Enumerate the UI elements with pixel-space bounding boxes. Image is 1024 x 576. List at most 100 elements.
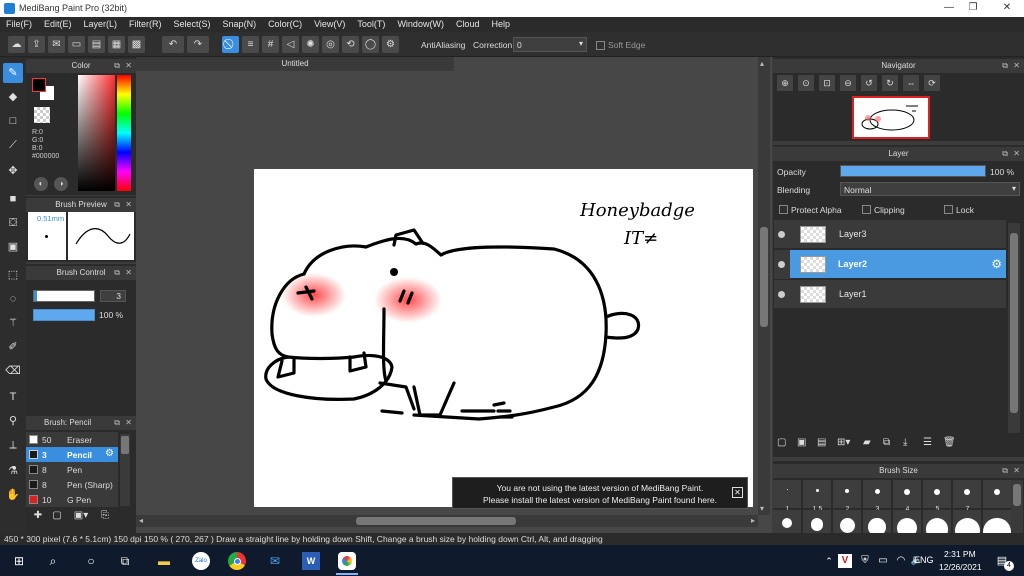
close-icon[interactable]: ✕ bbox=[125, 416, 132, 430]
redo-icon[interactable]: ↷ bbox=[187, 36, 209, 53]
detach-icon[interactable]: ⧉ bbox=[114, 59, 120, 73]
search-icon[interactable]: ⌕ bbox=[44, 552, 62, 570]
close-icon[interactable]: ✕ bbox=[125, 266, 132, 280]
ellipse-snap-icon[interactable]: ◯ bbox=[362, 36, 379, 53]
zalo-icon[interactable]: Zalo bbox=[192, 552, 210, 570]
cloud-icon[interactable]: ☁ bbox=[8, 36, 25, 53]
eraser-tool-icon[interactable]: ◆ bbox=[3, 87, 23, 107]
detach-icon[interactable]: ⧉ bbox=[1002, 464, 1008, 478]
color-gradient-picker[interactable] bbox=[78, 75, 115, 191]
brush-size-value[interactable]: 3 bbox=[100, 290, 126, 302]
circle-snap-icon[interactable]: ◎ bbox=[322, 36, 339, 53]
reset-view-icon[interactable]: ⟳ bbox=[924, 75, 940, 91]
divide-tool-icon[interactable]: ⟂ bbox=[3, 435, 23, 455]
brush-size-cell[interactable]: 5 bbox=[923, 480, 952, 513]
rotate-left-icon[interactable]: ↺ bbox=[861, 75, 877, 91]
menu-help[interactable]: Help bbox=[485, 17, 516, 32]
detach-icon[interactable]: ⧉ bbox=[114, 416, 120, 430]
medibang-taskbar-icon[interactable] bbox=[338, 552, 356, 570]
new-8bit-layer-icon[interactable]: ▤ bbox=[817, 437, 831, 453]
fill-rect-tool-icon[interactable]: ■ bbox=[3, 189, 23, 209]
word-icon[interactable]: W bbox=[302, 552, 320, 570]
menu-filter[interactable]: Filter(R) bbox=[123, 17, 168, 32]
menu-window[interactable]: Window(W) bbox=[391, 17, 450, 32]
new-halftone-layer-icon[interactable]: ▣ bbox=[797, 437, 811, 453]
brush-opacity-slider[interactable] bbox=[33, 309, 95, 321]
brush-size-cell[interactable]: 4 bbox=[893, 480, 922, 513]
merge-layer-icon[interactable]: ⤓ bbox=[903, 437, 917, 453]
primary-color-swatch[interactable] bbox=[32, 78, 46, 92]
close-icon[interactable]: ✕ bbox=[1013, 147, 1020, 161]
list-item[interactable]: 8 Pen bbox=[26, 462, 118, 477]
windows-start-icon[interactable]: ⊞ bbox=[10, 552, 28, 570]
transparent-swatch[interactable] bbox=[34, 107, 50, 123]
clock-date[interactable]: 12/26/2021 bbox=[939, 562, 982, 572]
brush-size-cell[interactable]: 3 bbox=[863, 480, 892, 513]
rotate-right-icon[interactable]: ↻ bbox=[882, 75, 898, 91]
hue-slider[interactable] bbox=[117, 75, 131, 191]
brush-size-cell[interactable]: 7 bbox=[953, 480, 982, 513]
list-item[interactable]: 10 G Pen bbox=[26, 492, 118, 507]
snap-settings-icon[interactable]: ⚙ bbox=[382, 36, 399, 53]
close-notice-icon[interactable]: ✕ bbox=[732, 487, 743, 498]
brush-size-cell[interactable]: 2 bbox=[833, 480, 862, 513]
flip-icon[interactable]: ⇔ bbox=[903, 75, 919, 91]
gradient-tool-icon[interactable]: ▣ bbox=[3, 237, 23, 257]
new-layer-icon[interactable]: ▢ bbox=[777, 437, 791, 453]
chevron-up-icon[interactable]: ⌃ bbox=[820, 552, 838, 570]
select-eraser-icon[interactable]: ⌫ bbox=[3, 361, 23, 381]
layer2-visibility-cell[interactable] bbox=[774, 250, 790, 279]
brush-size-scrollbar[interactable] bbox=[1011, 480, 1023, 533]
layer-row-layer3[interactable]: Layer3 bbox=[774, 220, 1006, 249]
tab-untitled[interactable]: Untitled bbox=[136, 57, 454, 71]
page-icon[interactable]: ▭ bbox=[68, 36, 85, 53]
grid-snap-icon[interactable]: # bbox=[262, 36, 279, 53]
brush-tool-icon[interactable]: ✎ bbox=[3, 63, 23, 83]
drawing-canvas[interactable]: Honeybadge IT≠ bbox=[254, 169, 753, 507]
parallel-snap-icon[interactable]: ≡ bbox=[242, 36, 259, 53]
radial-snap-icon[interactable]: ✺ bbox=[302, 36, 319, 53]
rectangle-tool-icon[interactable]: □ bbox=[3, 111, 23, 131]
close-icon[interactable]: ✕ bbox=[1013, 464, 1020, 478]
snap-off-icon[interactable]: ⃠ bbox=[222, 36, 239, 53]
brush-size-slider[interactable] bbox=[33, 290, 95, 302]
folder-icon[interactable]: ▰ bbox=[863, 437, 877, 453]
protect-alpha-checkbox[interactable] bbox=[779, 205, 788, 214]
select-rect-icon[interactable]: ⬚ bbox=[3, 265, 23, 285]
delete-layer-icon[interactable]: 🗑 bbox=[943, 437, 957, 453]
gear-icon[interactable]: ⚙ bbox=[991, 257, 1002, 271]
menu-layer[interactable]: Layer(L) bbox=[78, 17, 124, 32]
menu-edit[interactable]: Edit(E) bbox=[38, 17, 78, 32]
blending-select[interactable]: Normal ▾ bbox=[840, 182, 1020, 196]
brush-size-cell[interactable]: 1 bbox=[773, 480, 802, 513]
eyedropper-icon[interactable]: ⚗ bbox=[3, 461, 23, 481]
brush-menu-icon[interactable]: ▣▾ bbox=[70, 510, 92, 524]
v-app-icon[interactable]: V bbox=[838, 554, 852, 568]
menu-color[interactable]: Color(C) bbox=[262, 17, 308, 32]
document-icon[interactable]: ▤ bbox=[88, 36, 105, 53]
visibility-icon[interactable] bbox=[778, 291, 785, 298]
lock-checkbox[interactable] bbox=[944, 205, 953, 214]
file-explorer-icon[interactable]: ▬ bbox=[155, 552, 173, 570]
close-window-button[interactable]: ✕ bbox=[992, 0, 1022, 17]
detach-icon[interactable]: ⧉ bbox=[114, 198, 120, 212]
maximize-button[interactable]: ❐ bbox=[958, 0, 988, 17]
correction-select[interactable]: 0 ▾ bbox=[513, 37, 587, 52]
chrome-icon[interactable] bbox=[228, 552, 246, 570]
horizontal-scrollbar[interactable]: ◂ ▸ bbox=[136, 515, 758, 527]
menu-view[interactable]: View(V) bbox=[308, 17, 351, 32]
detach-icon[interactable]: ⧉ bbox=[1002, 147, 1008, 161]
comment-icon[interactable]: ✉ bbox=[48, 36, 65, 53]
vpn-icon[interactable]: ⛨ bbox=[856, 552, 874, 570]
close-icon[interactable]: ✕ bbox=[125, 198, 132, 212]
task-view-icon[interactable]: ⧉ bbox=[116, 552, 134, 570]
battery-icon[interactable]: ▭ bbox=[874, 552, 892, 570]
move-tool-icon[interactable]: ✥ bbox=[3, 161, 23, 181]
menu-snap[interactable]: Snap(N) bbox=[217, 17, 263, 32]
grid-list-icon[interactable]: ▦ bbox=[108, 36, 125, 53]
text-tool-icon[interactable]: T bbox=[3, 387, 23, 407]
add-brush-icon[interactable]: ✚ bbox=[31, 510, 45, 524]
mail-icon[interactable]: ✉ bbox=[266, 552, 284, 570]
hand-tool-icon[interactable]: ✋ bbox=[3, 485, 23, 505]
layer-opacity-slider[interactable] bbox=[840, 165, 986, 177]
